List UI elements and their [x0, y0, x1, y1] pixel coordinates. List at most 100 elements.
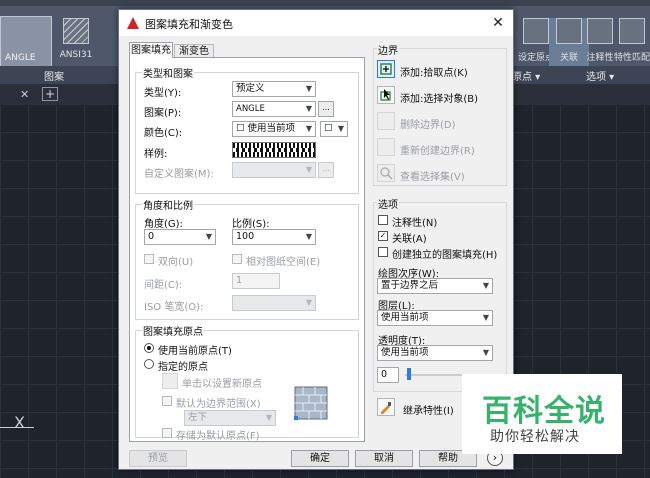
origin-preview-icon [294, 386, 328, 420]
hatch-tab-panel: 类型和图案 类型(Y): 预定义 ▼ 图案(P): ANGLE ▼ ... 颜色(C… [129, 57, 365, 442]
default-boundary-label: 默认为边界范围(X) [176, 399, 261, 410]
scale-select[interactable]: 100 ▼ [232, 229, 316, 245]
type-select[interactable]: 预定义 ▼ [232, 81, 316, 97]
transparency-slider-thumb[interactable] [407, 368, 411, 380]
view-selections-button[interactable]: 查看选择集(V) [400, 168, 465, 183]
color-value: ☐ 使用当前项 [236, 123, 296, 134]
chevron-down-icon: ▼ [482, 313, 489, 322]
pattern-thumb-angle[interactable]: ANGLE [0, 16, 52, 68]
chevron-down-icon: ▼ [265, 413, 272, 422]
dialog-title: 图案填充和渐变色 [145, 18, 233, 31]
ucs-marker: X [14, 413, 25, 432]
use-current-origin-radio[interactable] [144, 343, 154, 353]
color-select[interactable]: ☐ 使用当前项 ▼ [232, 121, 316, 137]
custom-pattern-label: 自定义图案(M): [144, 169, 214, 180]
layer-select[interactable]: 使用当前项 ▼ [377, 310, 493, 326]
pattern-select[interactable]: ANGLE ▼ [232, 101, 316, 117]
annotative-checkbox[interactable] [378, 215, 388, 225]
store-default-origin-label: 存储为默认原点(F) [176, 431, 260, 442]
background-color-select[interactable]: ☐ ▼ [320, 121, 348, 137]
hatch-swatch-preview[interactable] [232, 142, 316, 158]
add-pick-points-icon[interactable] [377, 60, 395, 78]
panel-options-label[interactable]: 选项 ▾ [586, 68, 614, 83]
pattern-thumb-label: ANGLE [5, 53, 36, 63]
tab-gradient[interactable]: 渐变色 [174, 44, 214, 58]
close-button[interactable]: ✕ [487, 13, 509, 33]
chevron-down-icon: ▼ [305, 165, 312, 174]
match-properties-button[interactable]: 特性匹配 [612, 18, 650, 66]
remove-boundaries-button[interactable]: 删除边界(D) [400, 116, 456, 131]
new-tab-icon[interactable]: + [42, 87, 58, 101]
match-properties-label: 特性匹配 [613, 53, 650, 63]
tab-hatch[interactable]: 图案填充 [129, 42, 173, 58]
transparency-value: 使用当前项 [381, 347, 429, 358]
draw-order-value: 置于边界之后 [381, 280, 439, 291]
spacing-label: 间距(C): [144, 280, 183, 291]
annotative-label: 注释性(N) [392, 218, 438, 229]
add-select-objects-button[interactable]: 添加:选择对象(B) [400, 90, 478, 105]
add-pick-points-button[interactable]: 添加:拾取点(K) [400, 64, 468, 79]
dialog-titlebar[interactable]: 图案填充和渐变色 ✕ [119, 10, 513, 36]
recreate-boundary-icon[interactable] [377, 138, 395, 156]
associative-icon [556, 18, 582, 44]
origin-position-value: 左下 [188, 412, 208, 423]
associative-checkbox[interactable]: ✓ [378, 231, 388, 241]
default-boundary-checkbox[interactable] [162, 396, 172, 406]
custom-pattern-select[interactable]: ▼ [232, 162, 316, 178]
hatch-swatch-icon [63, 18, 89, 44]
type-label: 类型(Y): [144, 88, 182, 99]
relative-paper-label: 相对图纸空间(E) [246, 257, 321, 268]
chevron-down-icon: ▼ [482, 281, 489, 290]
match-properties-icon [619, 18, 645, 44]
spacing-input[interactable]: 1 [232, 273, 280, 289]
angle-scale-title: 角度和比例 [142, 197, 194, 212]
double-label: 双向(U) [158, 257, 194, 268]
scale-label: 比例(S): [232, 219, 270, 230]
recreate-boundary-button[interactable]: 重新创建边界(R) [400, 142, 475, 157]
watermark-title: 百科全说 [482, 394, 606, 429]
pattern-thumb-ansi31[interactable]: ANSI31 [56, 18, 96, 66]
autocad-icon [127, 17, 139, 29]
angle-select[interactable]: 0 ▼ [144, 229, 216, 245]
panel-origin-label[interactable]: 原点 ▾ [512, 68, 540, 83]
origin-position-select[interactable]: 左下 ▼ [184, 410, 276, 426]
remove-boundaries-icon[interactable] [377, 112, 395, 130]
pattern-thumb-label: ANSI31 [59, 50, 93, 60]
iso-pen-select[interactable]: ▼ [232, 295, 316, 311]
store-default-origin-checkbox[interactable] [162, 428, 172, 438]
transparency-select[interactable]: 使用当前项 ▼ [377, 345, 493, 361]
pattern-browse-button[interactable]: ... [318, 101, 334, 117]
draw-order-select[interactable]: 置于边界之后 ▼ [377, 278, 493, 294]
transparency-number-input[interactable]: 0 [377, 367, 399, 383]
inherit-properties-button[interactable]: 继承特性(I) [403, 402, 454, 417]
hatch-gradient-dialog: 图案填充和渐变色 ✕ 图案填充 渐变色 类型和图案 类型(Y): 预定义 ▼ 图案… [118, 9, 514, 470]
iso-pen-label: ISO 笔宽(O): [144, 302, 204, 313]
relative-paper-checkbox[interactable] [232, 254, 242, 264]
pick-origin-icon[interactable] [162, 373, 178, 389]
swatch-label: 样例: [144, 149, 168, 160]
annotative-icon [587, 18, 613, 44]
chevron-down-icon: ▼ [205, 232, 212, 241]
click-set-origin-label: 单击以设置新原点 [182, 379, 262, 390]
type-pattern-title: 类型和图案 [142, 65, 194, 80]
ucs-axis [0, 427, 34, 428]
inherit-properties-icon[interactable] [377, 398, 395, 416]
specified-origin-radio[interactable] [144, 359, 154, 369]
separate-hatches-label: 创建独立的图案填充(H) [392, 250, 498, 261]
type-value: 预定义 [236, 83, 265, 94]
watermark-subtitle: 助你轻松解决 [490, 429, 580, 445]
separate-hatches-checkbox[interactable] [378, 247, 388, 257]
add-select-objects-icon[interactable] [377, 86, 395, 104]
double-checkbox[interactable] [144, 254, 154, 264]
chevron-down-icon: ▼ [305, 124, 312, 133]
custom-pattern-browse-button[interactable]: ... [318, 162, 334, 178]
close-tab-icon[interactable]: ✕ [20, 88, 34, 101]
scale-value: 100 [236, 231, 255, 242]
cancel-button[interactable]: 取消 [355, 450, 413, 467]
view-selections-icon[interactable] [377, 164, 395, 182]
specified-origin-label: 指定的原点 [158, 362, 208, 373]
preview-button[interactable]: 预览 [129, 450, 187, 467]
watermark: 百科全说 助你轻松解决 [462, 374, 622, 454]
chevron-down-icon: ▼ [305, 104, 312, 113]
ok-button[interactable]: 确定 [291, 450, 349, 467]
